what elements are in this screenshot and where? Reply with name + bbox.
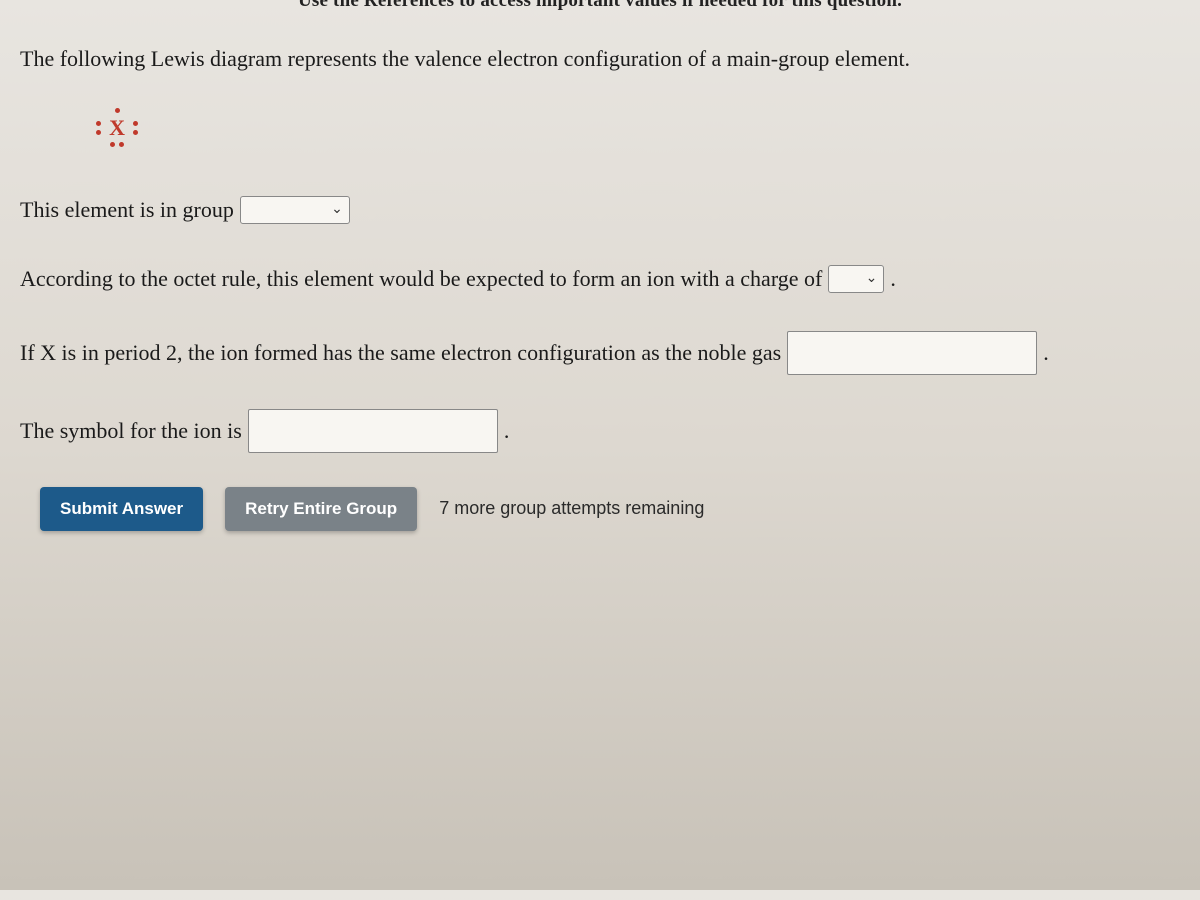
submit-answer-button[interactable]: Submit Answer: [40, 487, 203, 531]
punctuation: .: [504, 413, 510, 448]
lewis-diagram: X: [95, 105, 1180, 153]
q3-label: If X is in period 2, the ion formed has …: [20, 335, 781, 370]
q1-label: This element is in group: [20, 192, 234, 227]
retry-group-button[interactable]: Retry Entire Group: [225, 487, 417, 531]
punctuation: .: [890, 261, 896, 296]
charge-select[interactable]: ⌄: [828, 265, 884, 293]
attempts-remaining: 7 more group attempts remaining: [439, 498, 704, 519]
lewis-right-pair: [131, 121, 140, 135]
lewis-element-symbol: X: [109, 115, 125, 141]
punctuation: .: [1043, 335, 1049, 370]
references-hint: Use the References to access important v…: [20, 0, 1180, 12]
q4-label: The symbol for the ion is: [20, 413, 242, 448]
question-intro: The following Lewis diagram represents t…: [20, 44, 1180, 75]
noble-gas-input[interactable]: [787, 331, 1037, 375]
chevron-down-icon: ⌄: [866, 268, 878, 290]
q2-label: According to the octet rule, this elemen…: [20, 261, 822, 296]
lewis-left-pair: [94, 121, 103, 135]
ion-symbol-input[interactable]: [248, 409, 498, 453]
group-select[interactable]: ⌄: [240, 196, 350, 224]
chevron-down-icon: ⌄: [331, 199, 343, 221]
